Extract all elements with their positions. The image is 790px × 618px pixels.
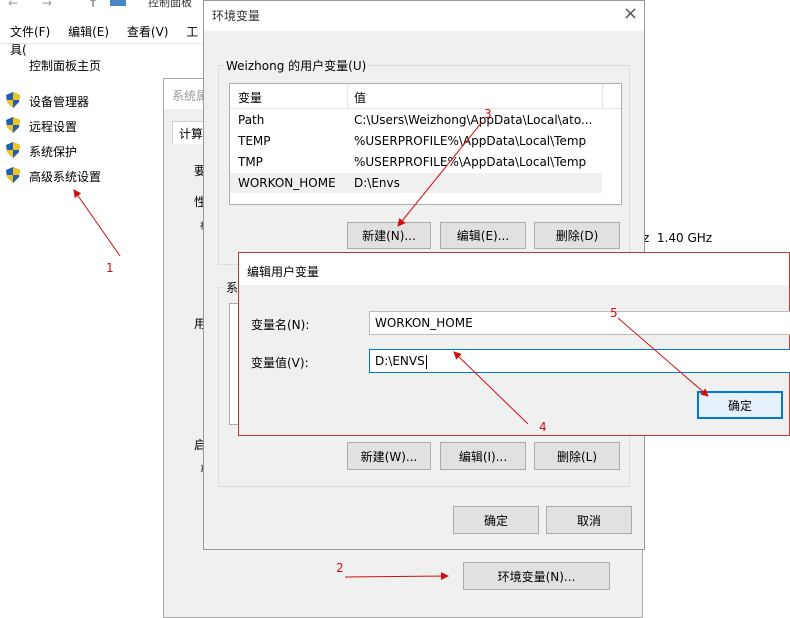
annotation-label-2: 2: [336, 561, 344, 575]
annotation-arrow-2: [344, 572, 449, 581]
annotation-label-1: 1: [106, 261, 114, 275]
annotation-label-4: 4: [539, 420, 547, 434]
annotation-label-3: 3: [484, 107, 492, 121]
annotation-arrow-5: [617, 317, 709, 397]
annotation-arrow-1: [73, 189, 121, 257]
annotation-arrow-3: [397, 121, 483, 227]
annotation-layer: [73, 121, 709, 581]
annotation-label-5: 5: [610, 306, 618, 320]
annotation-arrow-4: [453, 351, 529, 425]
